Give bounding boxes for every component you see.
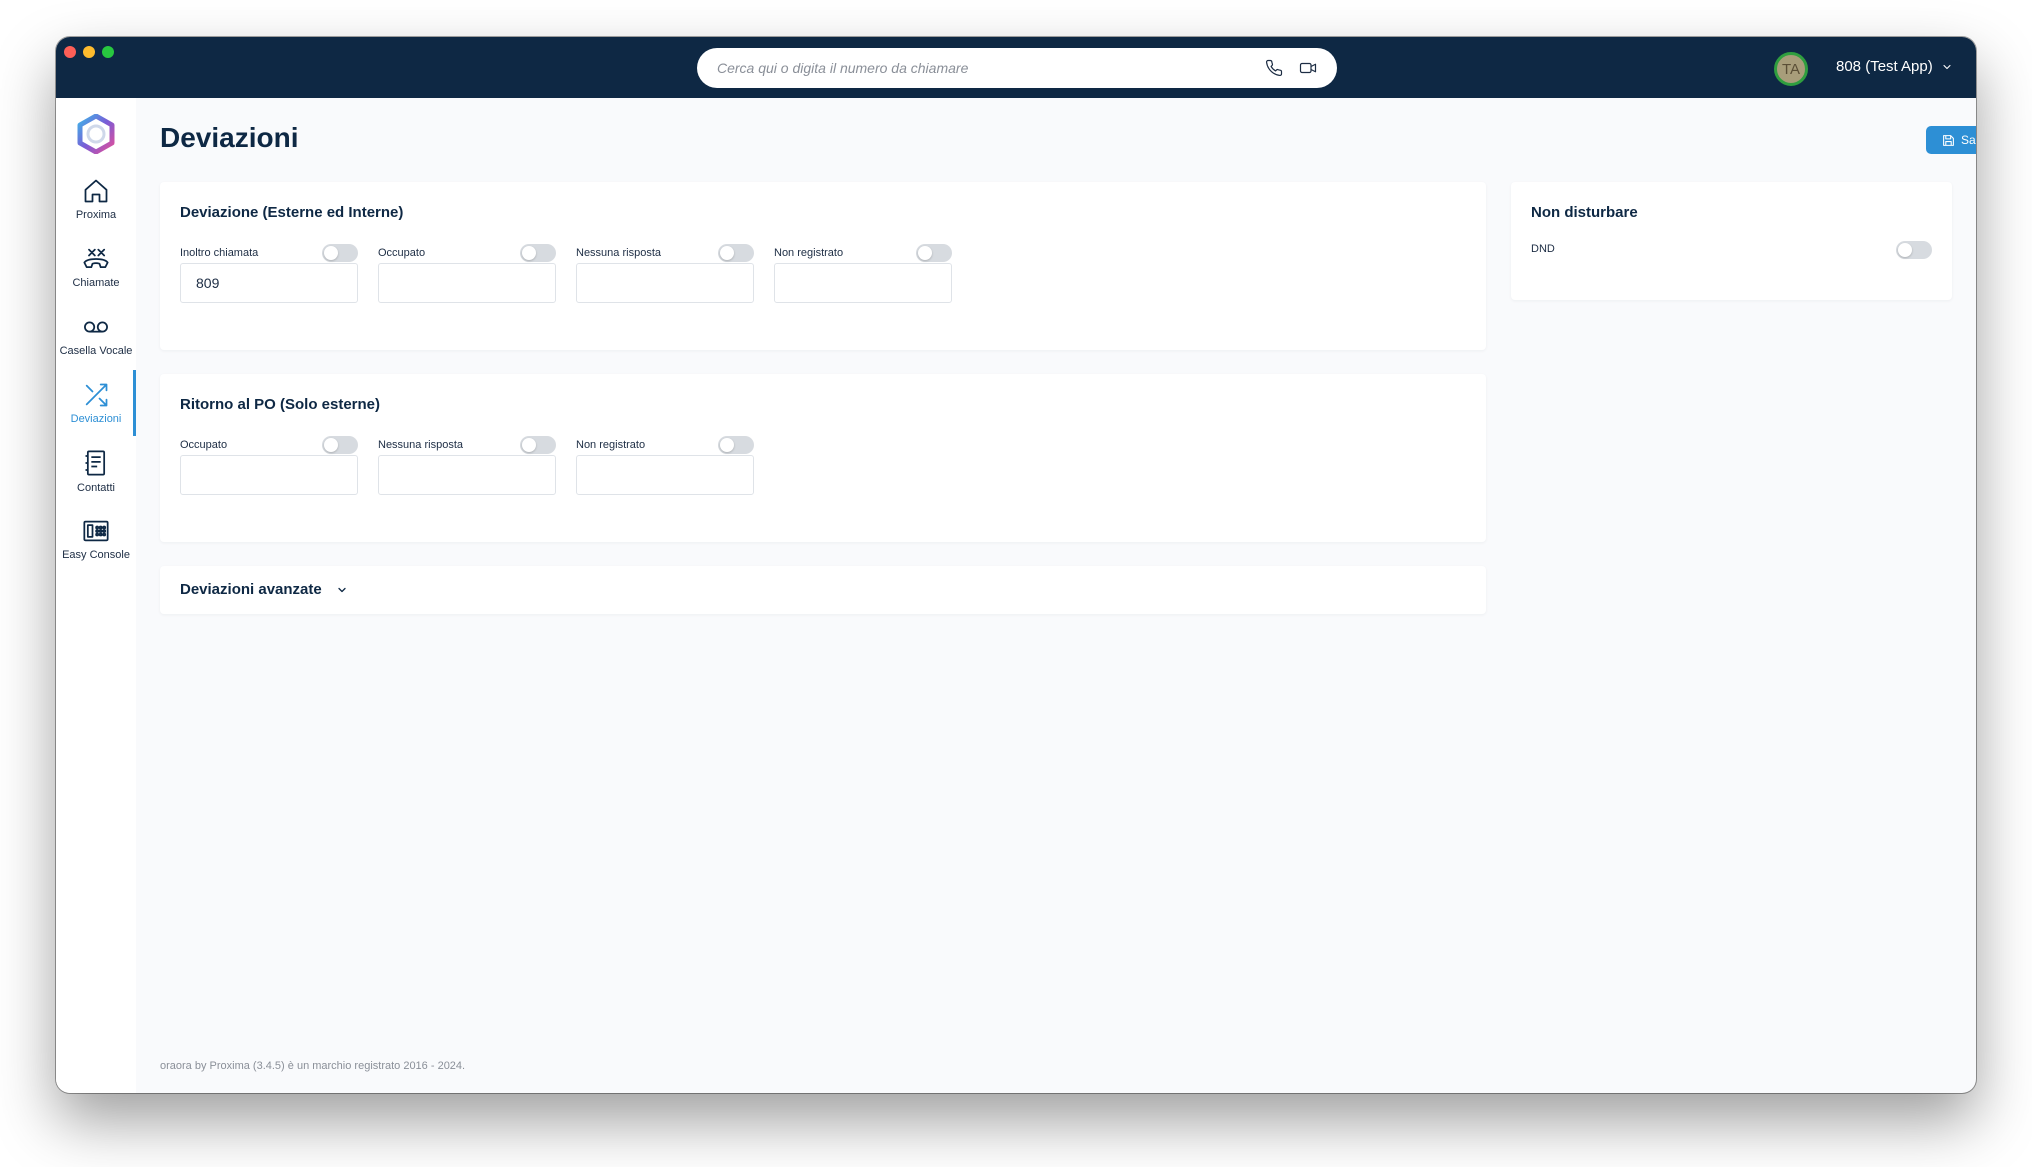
home-icon — [84, 179, 108, 203]
dnd-label: DND — [1531, 243, 1555, 255]
deviazione-card: Deviazione (Esterne ed Interne) Inoltro … — [160, 182, 1486, 350]
field-label: Nessuna risposta — [576, 247, 661, 259]
occupato-toggle[interactable] — [520, 244, 556, 262]
ritorno-card-title: Ritorno al PO (Solo esterne) — [180, 396, 381, 413]
field-label: Non registrato — [774, 247, 844, 259]
dnd-toggle[interactable] — [1896, 241, 1932, 259]
occupato-input[interactable] — [378, 263, 556, 303]
sidebar-item-label: Deviazioni — [70, 413, 122, 425]
ritorno-card: Ritorno al PO (Solo esterne) Occupato Ne… — [160, 374, 1486, 542]
avatar[interactable]: TA — [1774, 52, 1808, 86]
inoltro-toggle[interactable] — [322, 244, 358, 262]
nessuna-risposta-input[interactable] — [576, 263, 754, 303]
minimize-window-button[interactable] — [83, 46, 95, 58]
field-label: Occupato — [378, 247, 426, 259]
chevron-down-icon — [1943, 64, 1951, 69]
search-input[interactable] — [717, 60, 1265, 76]
deviazione-card-title: Deviazione (Esterne ed Interne) — [180, 204, 404, 221]
sidebar-item-label: Contatti — [77, 482, 115, 494]
maximize-window-button[interactable] — [102, 46, 114, 58]
sidebar-item-contatti[interactable]: Contatti — [56, 438, 136, 504]
advanced-toggle-button[interactable]: Deviazioni avanzate — [180, 581, 348, 598]
window-controls — [64, 46, 114, 58]
phone-handset-icon — [83, 248, 109, 269]
sidebar: Proxima Chiamate Casella Vocale Deviazio… — [56, 98, 136, 1093]
floppy-disk-icon — [1943, 134, 1954, 146]
advanced-label: Deviazioni avanzate — [180, 581, 322, 598]
page-title: Deviazioni — [160, 122, 299, 153]
app-logo — [76, 113, 116, 155]
save-button[interactable]: Salva — [1926, 126, 1976, 154]
sidebar-item-label: Casella Vocale — [59, 345, 133, 357]
nessuna-risposta-toggle[interactable] — [718, 244, 754, 262]
sidebar-item-chiamate[interactable]: Chiamate — [56, 234, 136, 300]
main-content: Deviazioni Salva Deviazione (Esterne ed … — [136, 98, 1976, 1093]
close-window-button[interactable] — [64, 46, 76, 58]
sidebar-item-label: Chiamate — [72, 277, 120, 289]
chevron-down-icon — [338, 587, 346, 592]
field-label: Nessuna risposta — [378, 439, 463, 451]
shuffle-icon — [85, 383, 108, 407]
field-label: Inoltro chiamata — [180, 247, 259, 259]
dnd-card-title: Non disturbare — [1531, 204, 1638, 221]
sidebar-item-proxima[interactable]: Proxima — [56, 166, 136, 232]
inoltro-input[interactable] — [180, 263, 358, 303]
footer-text: oraora by Proxima (3.4.5) è un marchio r… — [160, 1060, 466, 1072]
account-label: 808 (Test App) — [1836, 58, 1933, 75]
account-menu[interactable]: 808 (Test App) — [1836, 58, 1953, 75]
ritorno-non-registrato-toggle[interactable] — [718, 436, 754, 454]
sidebar-item-label: Proxima — [75, 209, 117, 221]
field-label: Occupato — [180, 439, 228, 451]
ritorno-nessuna-risposta-input[interactable] — [378, 455, 556, 495]
sidebar-item-casella-vocale[interactable]: Casella Vocale — [56, 302, 136, 368]
search-bar — [697, 48, 1337, 88]
non-registrato-toggle[interactable] — [916, 244, 952, 262]
ritorno-occupato-input[interactable] — [180, 455, 358, 495]
ritorno-non-registrato-input[interactable] — [576, 455, 754, 495]
ritorno-occupato-toggle[interactable] — [322, 436, 358, 454]
phone-call-icon[interactable] — [1265, 59, 1283, 77]
field-label: Non registrato — [576, 439, 646, 451]
app-window: TA 808 (Test App) Proxima — [56, 37, 1976, 1093]
ritorno-nessuna-risposta-toggle[interactable] — [520, 436, 556, 454]
top-bar: TA 808 (Test App) — [56, 37, 1976, 98]
sidebar-item-deviazioni[interactable]: Deviazioni — [56, 370, 136, 436]
voicemail-icon — [84, 321, 108, 333]
console-icon — [83, 520, 109, 542]
sidebar-item-label: Easy Console — [62, 549, 130, 561]
save-button-label: Salva — [1960, 133, 1976, 147]
sidebar-item-easy-console[interactable]: Easy Console — [56, 506, 136, 572]
address-book-icon — [85, 450, 106, 476]
advanced-card: Deviazioni avanzate — [160, 566, 1486, 614]
dnd-card: Non disturbare DND — [1511, 182, 1952, 300]
non-registrato-input[interactable] — [774, 263, 952, 303]
video-call-icon[interactable] — [1299, 59, 1317, 77]
